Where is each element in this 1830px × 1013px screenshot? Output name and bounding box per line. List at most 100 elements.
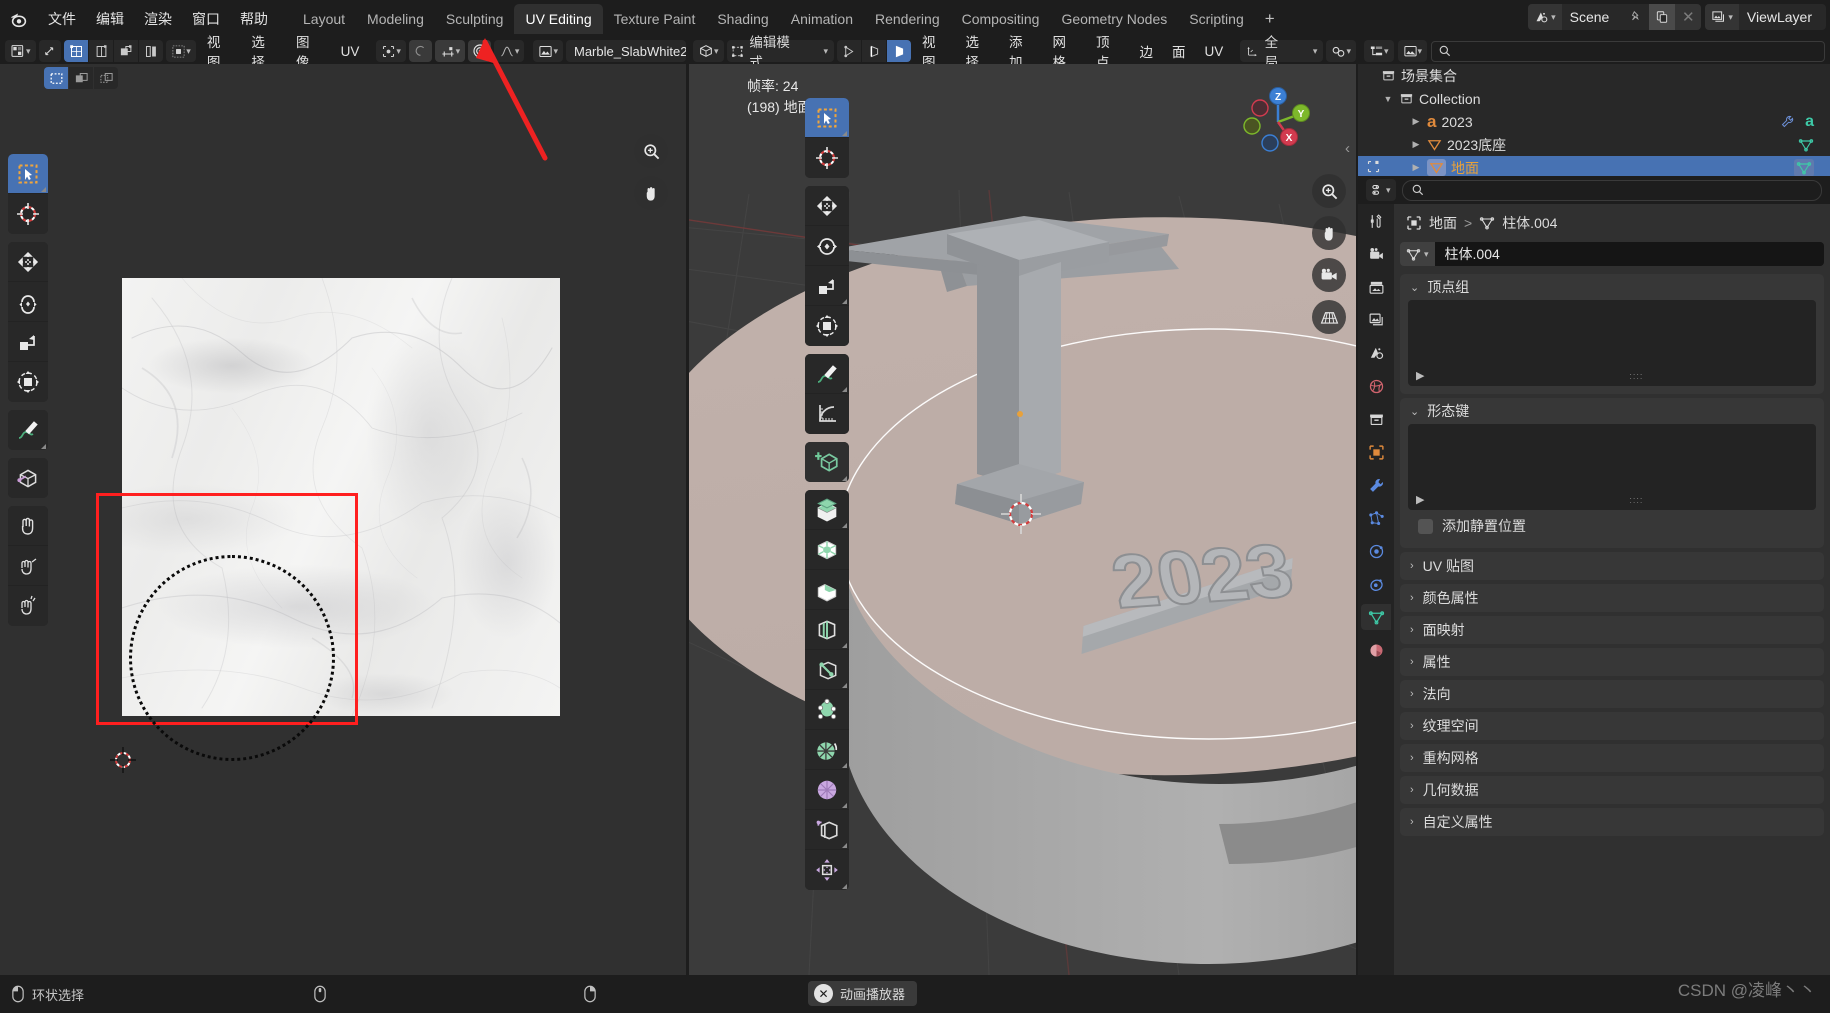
uv-tool-transform[interactable] xyxy=(8,362,48,402)
uv-tool-scale[interactable] xyxy=(8,322,48,362)
blender-logo-icon[interactable] xyxy=(6,6,32,32)
outliner-row-2023[interactable]: ▶ a 2023 a xyxy=(1358,110,1830,133)
expander[interactable]: ▶ xyxy=(1410,162,1422,173)
vertex-select-icon[interactable] xyxy=(64,40,89,62)
chevron-right-icon[interactable]: ▶ xyxy=(1416,493,1424,506)
menu-render[interactable]: 渲染 xyxy=(134,5,182,33)
chevron-right-icon[interactable]: ▶ xyxy=(1416,369,1424,382)
box-select-icon[interactable] xyxy=(44,67,68,89)
viewport-canvas[interactable]: 2023 帧率: 24 (198) 地面 Z Y X ‹ xyxy=(689,64,1356,975)
properties-tab-data[interactable] xyxy=(1361,604,1391,630)
properties-tab-render[interactable] xyxy=(1361,241,1391,267)
face-select-icon[interactable] xyxy=(114,40,139,62)
outliner-search-input[interactable] xyxy=(1431,40,1825,62)
vertex-mode-icon[interactable] xyxy=(837,40,862,62)
properties-search-field[interactable] xyxy=(1429,182,1813,198)
mesh-name-value[interactable]: 柱体.004 xyxy=(1434,242,1824,266)
vp-tool-move[interactable] xyxy=(805,186,849,226)
remesh-panel[interactable]: › 重构网格 xyxy=(1400,744,1824,772)
scene-icon[interactable]: ▾ xyxy=(1528,4,1562,30)
camera-icon[interactable] xyxy=(1312,258,1346,292)
zoom-icon[interactable] xyxy=(1312,174,1346,208)
vp-menu-edge[interactable]: 边 xyxy=(1131,39,1161,63)
uv-tool-relax[interactable] xyxy=(8,546,48,586)
custom-properties-panel[interactable]: › 自定义属性 xyxy=(1400,808,1824,836)
vp-tool-scale[interactable] xyxy=(805,266,849,306)
viewlayer-name[interactable]: ViewLayer xyxy=(1739,9,1826,25)
zoom-magnifier-icon[interactable] xyxy=(634,134,668,168)
uv-canvas[interactable] xyxy=(0,92,686,975)
vp-tool-knife[interactable] xyxy=(805,650,849,690)
uv-editor-type-icon[interactable]: ▾ xyxy=(5,40,36,62)
attributes-panel[interactable]: › 属性 xyxy=(1400,648,1824,676)
vp-tool-smooth[interactable] xyxy=(805,770,849,810)
vp-tool-spin[interactable] xyxy=(805,730,849,770)
viewlayer-icon[interactable]: ▾ xyxy=(1705,4,1739,30)
wrench-icon[interactable] xyxy=(1780,114,1795,129)
restrict-select-icon[interactable] xyxy=(1366,159,1381,177)
mesh-data-icon[interactable] xyxy=(1794,158,1814,176)
sticky-selection-icon[interactable]: ▾ xyxy=(166,40,196,62)
proportional-edit-icon[interactable] xyxy=(408,40,432,62)
vp-menu-face[interactable]: 面 xyxy=(1164,39,1194,63)
animation-player-status[interactable]: ✕ 动画播放器 xyxy=(808,981,918,1006)
outliner-row-collection[interactable]: ▼ Collection xyxy=(1358,87,1830,110)
geometry-data-panel[interactable]: › 几何数据 xyxy=(1400,776,1824,804)
pin-icon[interactable] xyxy=(1623,4,1650,30)
uv-maps-panel[interactable]: › UV 贴图 xyxy=(1400,552,1824,580)
vp-tool-rotate[interactable] xyxy=(805,226,849,266)
new-select-icon[interactable] xyxy=(69,67,93,89)
properties-tab-collection[interactable] xyxy=(1361,406,1391,432)
properties-tab-world[interactable] xyxy=(1361,373,1391,399)
uv-tool-rip-region[interactable] xyxy=(8,458,48,498)
new-scene-icon[interactable] xyxy=(1649,4,1676,30)
breadcrumb-data[interactable]: 柱体.004 xyxy=(1502,213,1557,233)
close-icon[interactable]: ✕ xyxy=(1675,4,1702,30)
snap-settings[interactable]: ▾ xyxy=(1326,40,1356,62)
transform-orientation-selector[interactable]: 全局 ▾ xyxy=(1240,35,1324,70)
island-select-icon[interactable] xyxy=(139,40,164,62)
mesh-name-field[interactable]: ▾ 柱体.004 xyxy=(1400,242,1824,266)
properties-tab-tool[interactable] xyxy=(1361,208,1391,234)
interaction-mode-selector[interactable]: 编辑模式 ▾ xyxy=(726,35,835,70)
vp-tool-transform[interactable] xyxy=(805,306,849,346)
vertex-groups-panel-header[interactable]: ⌄ 顶点组 xyxy=(1400,274,1824,300)
menu-edit[interactable]: 编辑 xyxy=(86,5,134,33)
properties-editor-type-icon[interactable]: ▾ xyxy=(1366,179,1396,201)
snap-magnet-icon[interactable]: ▾ xyxy=(434,40,466,62)
outliner-row-ground[interactable]: ▶ 地面 xyxy=(1358,156,1830,176)
properties-search-input[interactable] xyxy=(1401,179,1822,201)
vertex-groups-list[interactable]: ▶ :::: xyxy=(1408,300,1816,386)
vp-tool-poly-build[interactable] xyxy=(805,690,849,730)
properties-tab-view-layer[interactable] xyxy=(1361,307,1391,333)
properties-tab-particles[interactable] xyxy=(1361,505,1391,531)
menu-file[interactable]: 文件 xyxy=(38,5,86,33)
vp-menu-uv[interactable]: UV xyxy=(1196,42,1231,61)
expander[interactable]: ▶ xyxy=(1410,139,1422,150)
pan-hand-icon[interactable] xyxy=(1312,216,1346,250)
scene-selector[interactable]: ▾ Scene ✕ xyxy=(1528,4,1702,30)
grid-perspective-icon[interactable] xyxy=(1312,300,1346,334)
vp-tool-edge-slide[interactable] xyxy=(805,810,849,850)
properties-tab-output[interactable] xyxy=(1361,274,1391,300)
uv-tool-rotate[interactable] xyxy=(8,282,48,322)
properties-tab-scene[interactable] xyxy=(1361,340,1391,366)
shape-keys-list[interactable]: ▶ :::: xyxy=(1408,424,1816,510)
resize-grip-icon[interactable]: :::: xyxy=(1629,371,1643,381)
hand-pan-icon[interactable] xyxy=(634,176,668,210)
uv-tool-annotate[interactable] xyxy=(8,410,48,450)
properties-tab-modifier[interactable] xyxy=(1361,472,1391,498)
x-circle-icon[interactable]: ✕ xyxy=(814,984,833,1003)
falloff-curve-icon[interactable]: ▾ xyxy=(493,40,525,62)
uv-tool-move[interactable] xyxy=(8,242,48,282)
face-mode-icon[interactable] xyxy=(887,40,912,62)
uv-sync-selection-icon[interactable] xyxy=(38,40,62,62)
uv-tool-grab[interactable] xyxy=(8,506,48,546)
subtract-select-icon[interactable] xyxy=(94,67,118,89)
pivot-point-icon[interactable]: ▾ xyxy=(376,40,406,62)
texture-space-panel[interactable]: › 纹理空间 xyxy=(1400,712,1824,740)
outliner-row-2023-base[interactable]: ▶ 2023底座 xyxy=(1358,133,1830,156)
uv-menu-uv[interactable]: UV xyxy=(333,42,368,61)
tab-add-workspace[interactable]: + xyxy=(1255,8,1285,30)
tab-animation[interactable]: Animation xyxy=(780,4,864,34)
